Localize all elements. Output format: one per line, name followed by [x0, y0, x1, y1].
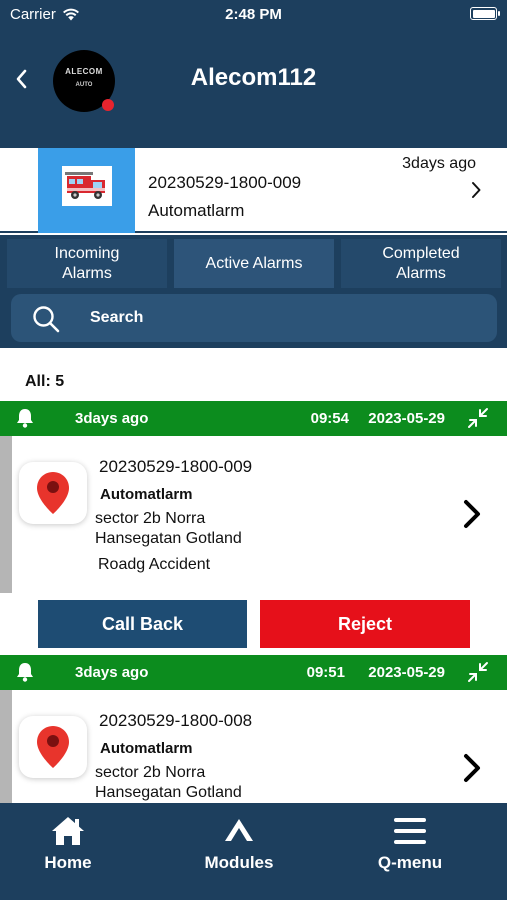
- bell-icon: [17, 663, 33, 682]
- home-icon: [52, 817, 84, 845]
- tab-label: Completed Alarms: [382, 244, 460, 282]
- tab-label: Active Alarms: [205, 254, 303, 272]
- status-dot: [102, 99, 114, 111]
- tab-completed-alarms[interactable]: Completed Alarms: [341, 239, 501, 288]
- nav-q-menu[interactable]: Q-menu: [350, 811, 470, 873]
- alarm-date: 2023-05-29: [368, 664, 445, 681]
- alarm-age: 3days ago: [75, 410, 149, 427]
- nav-home[interactable]: Home: [8, 811, 128, 873]
- collapse-icon[interactable]: [465, 405, 491, 431]
- search-placeholder: Search: [90, 309, 144, 326]
- app-header: ALECOM AUTO Alecom112: [0, 28, 507, 148]
- battery-icon: [470, 7, 500, 20]
- tab-incoming-alarms[interactable]: Incoming Alarms: [7, 239, 167, 288]
- reject-button[interactable]: Reject: [260, 600, 470, 648]
- nav-modules[interactable]: Modules: [179, 811, 299, 873]
- nav-label: Q-menu: [377, 853, 443, 872]
- alarm-card[interactable]: 20230529-1800-009 Automatlarm sector 2b …: [0, 436, 507, 593]
- fire-truck-icon: [62, 166, 112, 206]
- nav-label: Modules: [204, 853, 274, 872]
- alarm-thumbnail: [38, 148, 135, 233]
- location-pin-icon: [19, 462, 87, 524]
- reject-label: Reject: [337, 613, 393, 634]
- chevron-right-icon[interactable]: [461, 752, 483, 784]
- modules-icon: [225, 819, 253, 841]
- alarm-type: Automatlarm: [100, 486, 193, 503]
- call-back-label: Call Back: [101, 613, 184, 634]
- alarm-address-line1: sector 2b Norra: [95, 764, 206, 781]
- tab-label: Incoming Alarms: [54, 244, 120, 282]
- chevron-right-icon[interactable]: [461, 498, 483, 530]
- alarm-address-line2: Hansegatan Gotland: [95, 784, 242, 801]
- alarm-type: Automatlarm: [100, 740, 193, 757]
- alarm-date: 2023-05-29: [368, 410, 445, 427]
- alarm-age: 3days ago: [75, 664, 149, 681]
- card-indicator: [0, 436, 12, 593]
- search-icon: [33, 306, 60, 333]
- alarm-count: All: 5: [25, 373, 65, 390]
- tab-active-alarms[interactable]: Active Alarms: [174, 239, 334, 288]
- status-bar: Carrier 2:48 PM: [0, 0, 507, 28]
- filter-area: Incoming Alarms Active Alarms Completed …: [0, 235, 507, 348]
- bell-icon: [17, 409, 33, 428]
- alarm-time: 09:54: [310, 410, 349, 427]
- alarm-number: 20230529-1800-008: [99, 711, 253, 730]
- alarm-address-line1: sector 2b Norra: [95, 510, 206, 527]
- alarm-description: Roadg Accident: [98, 556, 211, 573]
- latest-alarm-age: 3days ago: [402, 155, 476, 172]
- alarm-card[interactable]: 20230529-1800-008 Automatlarm sector 2b …: [0, 690, 507, 803]
- search-input[interactable]: Search: [11, 294, 497, 342]
- page-title: Alecom112: [190, 64, 317, 91]
- alarm-time: 09:51: [306, 664, 345, 681]
- menu-icon: [394, 818, 426, 844]
- call-back-button[interactable]: Call Back: [38, 600, 247, 648]
- bottom-nav: Home Modules Q-menu: [0, 803, 507, 900]
- latest-alarm-number: 20230529-1800-009: [148, 173, 302, 192]
- clock: 2:48 PM: [225, 6, 282, 23]
- latest-alarm-banner[interactable]: 20230529-1800-009 Automatlarm 3days ago: [0, 148, 507, 233]
- alarm-header-bar: 3days ago 09:54 2023-05-29: [0, 401, 507, 436]
- alarm-number: 20230529-1800-009: [99, 457, 253, 476]
- location-pin-icon: [19, 716, 87, 778]
- card-indicator: [0, 690, 12, 803]
- alarm-header-bar: 3days ago 09:51 2023-05-29: [0, 655, 507, 690]
- latest-alarm-type: Automatlarm: [148, 201, 245, 220]
- alarm-address-line2: Hansegatan Gotland: [95, 530, 242, 547]
- chevron-right-icon[interactable]: [469, 180, 483, 200]
- collapse-icon[interactable]: [465, 659, 491, 685]
- nav-label: Home: [44, 853, 92, 872]
